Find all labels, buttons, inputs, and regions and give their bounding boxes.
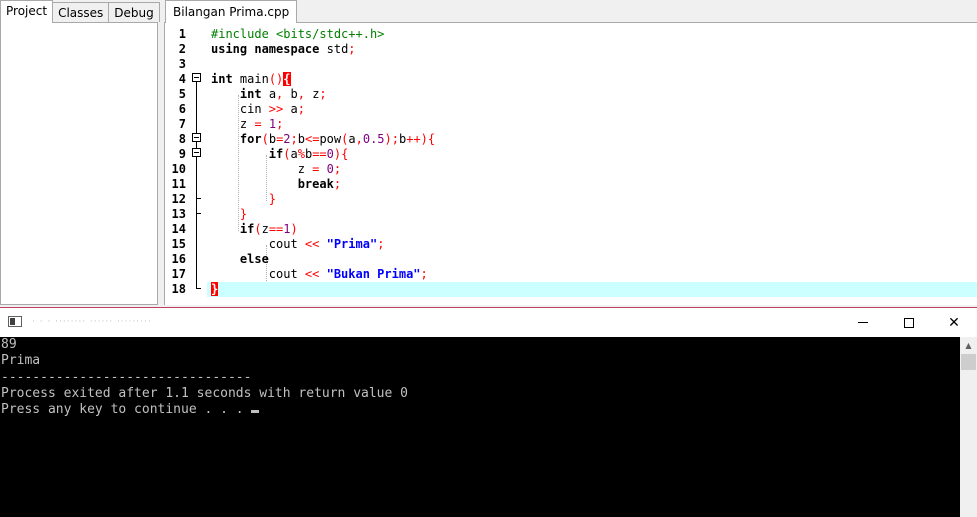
code-line-6: cin >> a; [211, 102, 305, 116]
console-title: · · · ········ ······ ········· [32, 317, 152, 327]
line-number: 8 [178, 132, 186, 146]
fold-minus-icon[interactable] [192, 73, 201, 82]
code-line-10: z = 0; [211, 162, 342, 176]
fold-end [196, 213, 201, 214]
line-number: 10 [171, 162, 186, 176]
line-number: 12 [171, 192, 186, 206]
code-line-2: using namespace std; [211, 42, 356, 56]
code-line-4: int main(){ [211, 72, 291, 86]
line-number: 1 [178, 27, 186, 41]
code-area[interactable]: #include <bits/stdc++.h> using namespace… [207, 23, 977, 305]
line-number: 15 [171, 237, 186, 251]
fold-minus-icon[interactable] [192, 133, 201, 142]
code-line-8: for(b=2;b<=pow(a,0.5);b++){ [239, 132, 436, 146]
line-number: 9 [178, 147, 186, 161]
code-line-13: } [239, 207, 248, 221]
line-number: 2 [178, 42, 186, 56]
line-number: 11 [171, 177, 186, 191]
fold-margin [187, 23, 207, 305]
line-number: 18 [171, 282, 186, 296]
maximize-button[interactable] [886, 308, 932, 337]
console-line-4: Process exited after 1.1 seconds with re… [1, 385, 408, 401]
close-icon: ✕ [948, 314, 960, 331]
code-editor[interactable]: 1 2 3 4 5 6 7 8 9 10 11 12 13 14 15 16 17 18 #include <bi… [164, 22, 977, 305]
ide-window: Project Classes Debug Bilangan Prima.cpp… [0, 0, 977, 307]
fold-end [196, 288, 201, 289]
tab-file-bilangan-prima[interactable]: Bilangan Prima.cpp [165, 0, 298, 23]
line-number: 7 [178, 117, 186, 131]
fold-end [196, 198, 201, 199]
minimize-button[interactable] [840, 308, 886, 337]
code-line-11: break; [297, 177, 342, 191]
line-number: 14 [171, 222, 186, 236]
code-line-14: if(z==1) [239, 222, 298, 236]
line-number: 3 [178, 57, 186, 71]
left-panel-tabs: Project Classes Debug [0, 0, 160, 24]
project-panel[interactable] [0, 22, 158, 305]
code-line-16: else [239, 252, 269, 266]
console-app-icon [8, 316, 22, 327]
code-line-7: z = 1; [211, 117, 284, 131]
minimize-icon [858, 322, 868, 323]
code-line-5: int a, b, z; [239, 87, 327, 101]
scroll-up-arrow-icon[interactable]: ▲ [960, 337, 977, 354]
console-line-5: Press any key to continue . . . [1, 402, 960, 418]
line-number: 5 [178, 87, 186, 101]
code-line-15: cout << "Prima"; [211, 237, 385, 251]
console-scrollbar[interactable]: ▲ [960, 337, 977, 517]
tab-classes[interactable]: Classes [52, 2, 110, 22]
code-line-9: if(a%b==0){ [268, 147, 349, 161]
console-output[interactable]: 89 Prima -------------------------------- P… [0, 337, 960, 517]
console-line-1: 89 [1, 337, 17, 352]
code-line-1: #include <bits/stdc++.h> [211, 27, 385, 41]
console-titlebar[interactable]: · · · ········ ······ ········· ✕ [0, 308, 977, 337]
console-line-2: Prima [1, 353, 41, 369]
code-line-18-current: } [207, 282, 977, 297]
console-line-3: -------------------------------- [1, 369, 252, 385]
console-prompt-text: Press any key to continue . . . [1, 402, 252, 418]
fold-minus-icon[interactable] [192, 148, 201, 157]
line-number: 17 [171, 267, 186, 281]
line-number: 4 [178, 72, 186, 86]
maximize-icon [904, 317, 914, 328]
text-cursor [251, 410, 260, 414]
console-window[interactable]: · · · ········ ······ ········· ✕ 89 Prim… [0, 307, 977, 517]
line-number: 16 [171, 252, 186, 266]
tab-debug[interactable]: Debug [108, 2, 160, 22]
line-number: 6 [178, 102, 186, 116]
tab-project[interactable]: Project [0, 0, 54, 23]
code-line-12: } [268, 192, 277, 206]
line-number: 13 [171, 207, 186, 221]
code-line-17: cout << "Bukan Prima"; [211, 267, 428, 281]
scrollbar-thumb[interactable] [961, 354, 976, 370]
close-button[interactable]: ✕ [931, 308, 977, 337]
fold-line [196, 82, 197, 288]
